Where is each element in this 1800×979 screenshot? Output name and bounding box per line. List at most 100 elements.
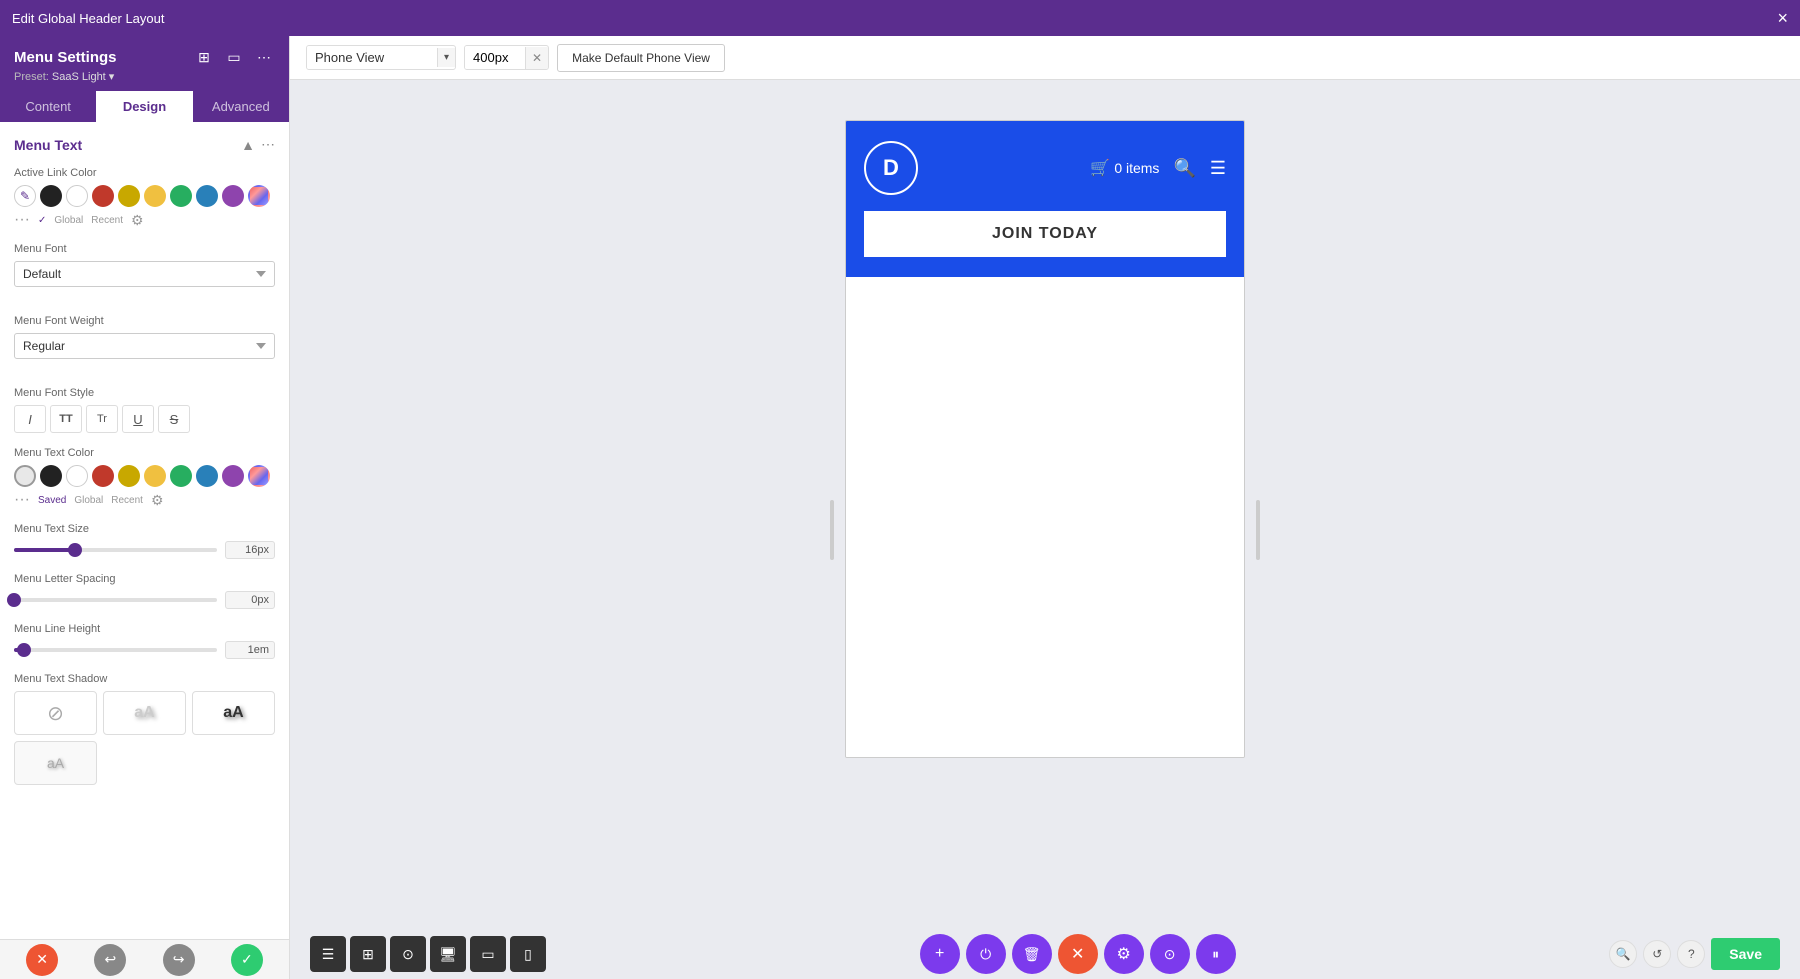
menu-line-height-group: Menu Line Height 1em bbox=[14, 623, 275, 659]
menu-font-select[interactable]: Default Arial Georgia Helvetica bbox=[14, 261, 275, 287]
preview-nav-right: 🛒 0 items 🔍 ☰ bbox=[1090, 158, 1226, 179]
search-circle-btn[interactable]: 🔍 bbox=[1609, 940, 1637, 968]
panel-icon-btn-2[interactable]: ▭ bbox=[223, 46, 245, 68]
close-button[interactable]: × bbox=[1777, 8, 1788, 29]
px-value-input[interactable] bbox=[465, 46, 525, 69]
preview-logo: D bbox=[864, 141, 918, 195]
swatch-yellow-2[interactable] bbox=[144, 465, 166, 487]
menu-text-color-settings-icon[interactable]: ⚙ bbox=[151, 492, 164, 509]
redo-button[interactable]: ↪ bbox=[163, 944, 195, 976]
bold-btn[interactable]: TT bbox=[50, 405, 82, 433]
view-select[interactable]: Phone View Desktop View Tablet View ▾ bbox=[306, 45, 456, 70]
line-height-track[interactable] bbox=[14, 648, 217, 652]
text-size-thumb[interactable] bbox=[68, 543, 82, 557]
swatch-green[interactable] bbox=[170, 185, 192, 207]
tab-design[interactable]: Design bbox=[96, 91, 192, 122]
power-button[interactable]: ⏻ bbox=[966, 934, 1006, 974]
preview-header: D 🛒 0 items 🔍 ☰ JOIN TODAY bbox=[846, 121, 1244, 277]
menu-text-size-slider[interactable]: 16px bbox=[14, 541, 275, 559]
shadow-light[interactable]: aA bbox=[103, 691, 186, 735]
remove-button[interactable]: ✕ bbox=[1058, 934, 1098, 974]
pause-button[interactable]: ⏸ bbox=[1196, 934, 1236, 974]
italic-btn[interactable]: I bbox=[14, 405, 46, 433]
panel-icon-btn-1[interactable]: ⊞ bbox=[193, 46, 215, 68]
settings-button[interactable]: ⚙ bbox=[1104, 934, 1144, 974]
swatch-white-2[interactable] bbox=[66, 465, 88, 487]
view-select-arrow: ▾ bbox=[437, 48, 455, 67]
top-bar-title: Edit Global Header Layout bbox=[12, 11, 164, 26]
menu-font-weight-group: Menu Font Weight Regular Bold Light Medi… bbox=[14, 315, 275, 373]
section-more-btn[interactable]: ⋯ bbox=[261, 136, 275, 153]
shadow-none[interactable]: ⊘ bbox=[14, 691, 97, 735]
main-layout: Menu Settings ⊞ ▭ ⋯ Preset: SaaS Light ▾… bbox=[0, 36, 1800, 979]
view-dropdown[interactable]: Phone View Desktop View Tablet View bbox=[307, 46, 437, 69]
confirm-button[interactable]: ✓ bbox=[231, 944, 263, 976]
swatch-red-2[interactable] bbox=[92, 465, 114, 487]
swatch-blue-2[interactable] bbox=[196, 465, 218, 487]
shadow-dark[interactable]: aA bbox=[192, 691, 275, 735]
swatch-white[interactable] bbox=[66, 185, 88, 207]
resize-handle-left[interactable] bbox=[830, 500, 834, 560]
undo-button[interactable]: ↩ bbox=[94, 944, 126, 976]
swatch-green-2[interactable] bbox=[170, 465, 192, 487]
color-settings-icon[interactable]: ⚙ bbox=[131, 212, 144, 229]
swatch-black-2[interactable] bbox=[40, 465, 62, 487]
help-circle-btn[interactable]: ? bbox=[1677, 940, 1705, 968]
swatch-blue[interactable] bbox=[196, 185, 218, 207]
swatch-yellow-dark[interactable] bbox=[118, 185, 140, 207]
search-btn[interactable]: ⊙ bbox=[390, 936, 426, 972]
desktop-btn[interactable]: 🖥 bbox=[430, 936, 466, 972]
preview-menu-icon[interactable]: ☰ bbox=[1210, 158, 1226, 179]
letter-spacing-thumb[interactable] bbox=[7, 593, 21, 607]
text-size-track[interactable] bbox=[14, 548, 217, 552]
menu-letter-spacing-label: Menu Letter Spacing bbox=[14, 573, 275, 585]
resize-handle-right[interactable] bbox=[1256, 500, 1260, 560]
panel-icon-btn-3[interactable]: ⋯ bbox=[253, 46, 275, 68]
preview-search-icon[interactable]: 🔍 bbox=[1173, 158, 1195, 179]
left-panel: Menu Settings ⊞ ▭ ⋯ Preset: SaaS Light ▾… bbox=[0, 36, 290, 979]
capitalize-btn[interactable]: Tr bbox=[86, 405, 118, 433]
px-clear-btn[interactable]: ✕ bbox=[525, 47, 548, 69]
line-height-slider[interactable]: 1em bbox=[14, 641, 275, 659]
refresh-circle-btn[interactable]: ↺ bbox=[1643, 940, 1671, 968]
swatch-yellow-dark-2[interactable] bbox=[118, 465, 140, 487]
grid-btn[interactable]: ⊞ bbox=[350, 936, 386, 972]
panel-content: Menu Text ▲ ⋯ Active Link Color ✎ bbox=[0, 122, 289, 939]
letter-spacing-track[interactable] bbox=[14, 598, 217, 602]
swatch-black[interactable] bbox=[40, 185, 62, 207]
menu-layout-btn[interactable]: ☰ bbox=[310, 936, 346, 972]
active-link-color-swatches: ✎ bbox=[14, 185, 275, 207]
swatch-yellow[interactable] bbox=[144, 185, 166, 207]
canvas-area: Phone View Desktop View Tablet View ▾ ✕ … bbox=[290, 36, 1800, 979]
shadow-style-4[interactable]: aA bbox=[14, 741, 97, 785]
text-size-value: 16px bbox=[225, 541, 275, 559]
swatch-purple[interactable] bbox=[222, 185, 244, 207]
swatch-light-selected[interactable] bbox=[14, 465, 36, 487]
swatch-custom-2[interactable] bbox=[248, 465, 270, 487]
top-bar: Edit Global Header Layout × bbox=[0, 0, 1800, 36]
swatch-purple-2[interactable] bbox=[222, 465, 244, 487]
trash-button[interactable]: 🗑 bbox=[1012, 934, 1052, 974]
tab-advanced[interactable]: Advanced bbox=[193, 91, 289, 122]
history-button[interactable]: ⊙ bbox=[1150, 934, 1190, 974]
tab-content[interactable]: Content bbox=[0, 91, 96, 122]
strikethrough-btn[interactable]: S bbox=[158, 405, 190, 433]
line-height-thumb[interactable] bbox=[17, 643, 31, 657]
save-button[interactable]: Save bbox=[1711, 938, 1780, 970]
add-button[interactable]: + bbox=[920, 934, 960, 974]
underline-btn[interactable]: U bbox=[122, 405, 154, 433]
make-default-button[interactable]: Make Default Phone View bbox=[557, 44, 725, 72]
menu-font-weight-select[interactable]: Regular Bold Light Medium bbox=[14, 333, 275, 359]
phone-btn[interactable]: ▯ bbox=[510, 936, 546, 972]
section-collapse-btn[interactable]: ▲ bbox=[241, 137, 255, 153]
swatch-red[interactable] bbox=[92, 185, 114, 207]
letter-spacing-slider[interactable]: 0px bbox=[14, 591, 275, 609]
cancel-button[interactable]: ✕ bbox=[26, 944, 58, 976]
eyedropper-swatch[interactable]: ✎ bbox=[14, 185, 36, 207]
px-input[interactable]: ✕ bbox=[464, 45, 549, 70]
cart-items-text: 0 items bbox=[1114, 160, 1159, 176]
panel-bottom: ✕ ↩ ↪ ✓ bbox=[0, 939, 289, 979]
tablet-btn[interactable]: ▭ bbox=[470, 936, 506, 972]
join-today-button[interactable]: JOIN TODAY bbox=[864, 211, 1226, 257]
swatch-custom[interactable] bbox=[248, 185, 270, 207]
